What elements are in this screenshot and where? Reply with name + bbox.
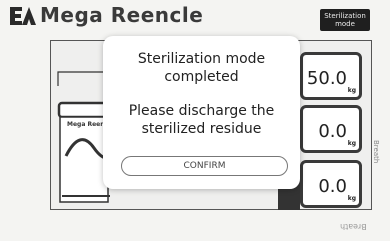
dialog-title-line1: Sterilization mode [137,51,266,67]
sterilization-complete-dialog: Sterilization mode completed Please disc… [103,36,300,189]
confirm-button[interactable]: CONFIRM [121,156,288,176]
weight-display-3: 0.0 kg [300,160,362,208]
weight-unit-2: kg [347,140,356,147]
dialog-title-line2: completed [164,69,239,85]
machine-label: Mega Reen [67,121,105,128]
dialog-message: Please discharge the sterilized residue [103,102,300,138]
weight-value-3: 0.0 [318,176,347,197]
weight-unit-3: kg [347,195,356,202]
bottom-caption: Breath [340,222,367,231]
dialog-message-line1: Please discharge the [128,103,275,119]
weight-unit-1: kg [347,87,356,94]
dialog-title: Sterilization mode completed [103,50,300,86]
dialog-message-line2: sterilized residue [141,121,262,137]
side-caption: Breath [372,140,380,164]
weight-display-2: 0.0 kg [300,105,362,153]
weight-display-1: 50.0 kg [300,52,362,100]
weight-value-1: 50.0 [306,68,347,89]
weight-value-2: 0.0 [318,121,347,142]
